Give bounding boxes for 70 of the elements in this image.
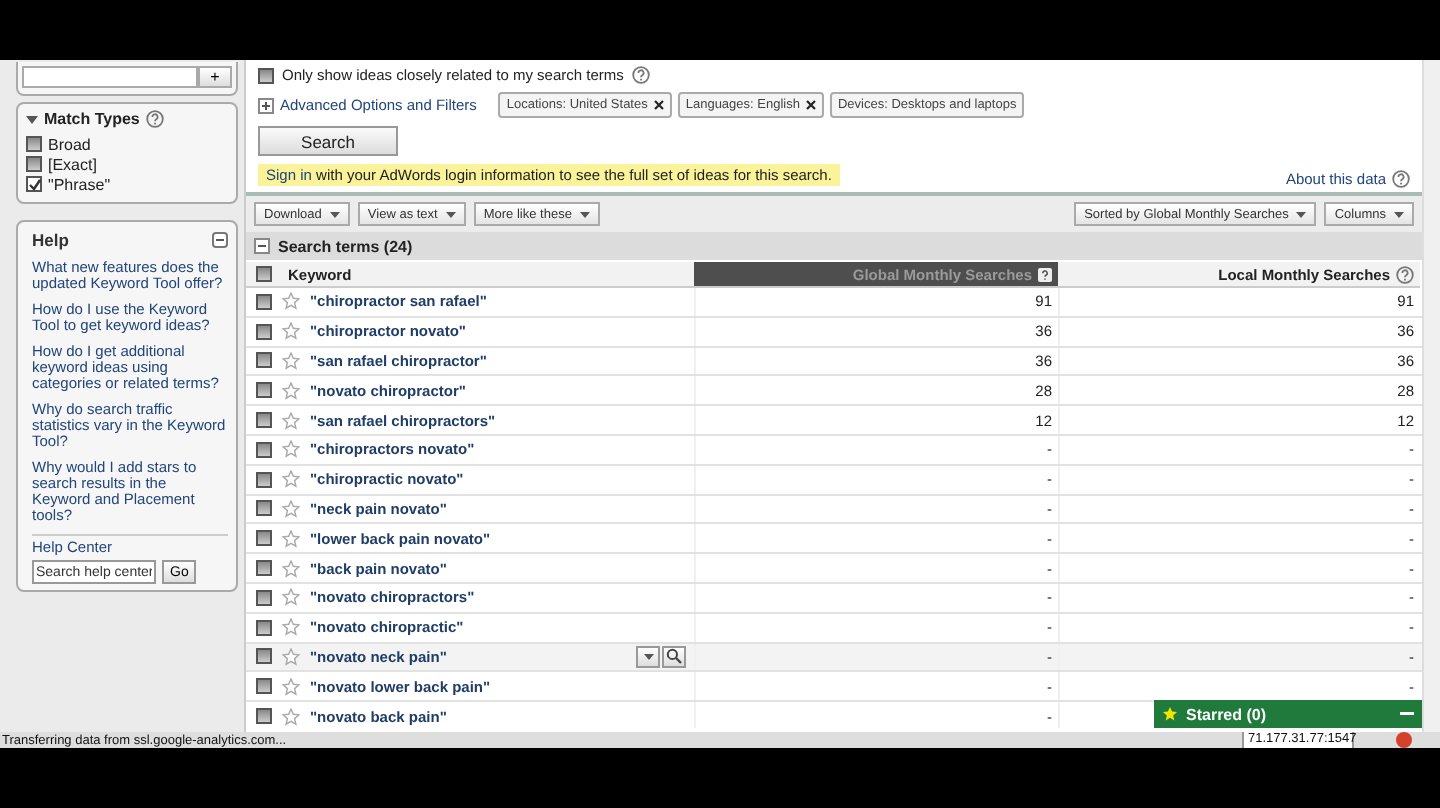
caret-icon [1394, 211, 1404, 217]
checkbox[interactable] [26, 156, 42, 172]
star-icon[interactable] [282, 322, 300, 341]
option-label: Broad [48, 135, 91, 153]
caret-icon [329, 211, 340, 217]
star-icon[interactable] [282, 381, 300, 400]
star-icon[interactable] [282, 618, 300, 637]
keyword-field[interactable] [22, 66, 198, 88]
checkbox[interactable] [256, 293, 272, 310]
checkbox[interactable] [256, 382, 272, 399]
panel-title: Starred (0) [1186, 705, 1267, 723]
expand-icon[interactable] [258, 97, 274, 113]
panel-title: Help [32, 230, 69, 250]
checkbox[interactable] [256, 708, 272, 725]
help-icon[interactable] [1396, 265, 1414, 283]
star-icon[interactable] [282, 470, 300, 489]
checkbox[interactable] [256, 412, 272, 429]
minimize-icon[interactable] [212, 232, 228, 248]
checkbox[interactable] [256, 678, 272, 695]
checkbox[interactable] [26, 136, 42, 152]
section-title: Search terms (24) [278, 237, 413, 255]
collapse-icon[interactable] [254, 238, 270, 254]
checkbox[interactable] [256, 560, 272, 577]
star-icon[interactable] [282, 647, 300, 666]
help-icon[interactable] [1392, 170, 1410, 188]
star-icon[interactable] [282, 440, 300, 459]
scrollbar[interactable] [1422, 60, 1440, 732]
help-icon[interactable] [145, 110, 164, 128]
star-icon[interactable] [282, 351, 300, 370]
option-label: "Phrase" [48, 175, 111, 193]
remove-icon[interactable] [805, 100, 816, 110]
checkbox[interactable] [256, 266, 272, 282]
checkbox[interactable] [256, 589, 272, 606]
stop-icon [1396, 732, 1412, 748]
remove-icon[interactable] [653, 100, 664, 110]
star-icon[interactable] [282, 707, 300, 726]
caret-icon[interactable] [26, 113, 38, 125]
star-icon [1162, 706, 1178, 722]
caret-icon [579, 211, 590, 217]
checkbox[interactable] [258, 67, 274, 83]
panel-title: Match Types [44, 110, 140, 128]
search-button[interactable]: Search [258, 126, 398, 156]
star-icon[interactable] [282, 499, 300, 518]
star-icon[interactable] [282, 559, 300, 578]
help-icon[interactable] [1038, 267, 1052, 281]
caret-icon [643, 653, 653, 660]
star-icon[interactable] [282, 411, 300, 430]
help-icon[interactable] [631, 66, 650, 84]
checkbox[interactable] [256, 441, 272, 458]
caret-icon [445, 211, 456, 217]
dropdown-button[interactable] [636, 645, 660, 668]
add-button[interactable]: + [198, 66, 232, 88]
magnifier-button[interactable] [662, 645, 686, 668]
star-icon[interactable] [282, 529, 300, 548]
checkbox[interactable] [26, 176, 42, 192]
caret-icon [1296, 211, 1307, 217]
checkbox[interactable] [256, 323, 272, 340]
star-icon[interactable] [282, 588, 300, 607]
checkbox[interactable] [256, 500, 272, 517]
checkbox[interactable] [256, 471, 272, 488]
minimize-icon[interactable] [1400, 711, 1414, 717]
magnifier-icon [666, 648, 682, 665]
checkbox[interactable] [256, 619, 272, 636]
star-icon[interactable] [282, 677, 300, 696]
checkbox[interactable] [256, 352, 272, 369]
checkbox[interactable] [256, 530, 272, 547]
starred-panel[interactable]: Starred (0) [1154, 700, 1422, 728]
checkbox[interactable] [256, 648, 272, 665]
star-icon[interactable] [282, 292, 300, 311]
option-label: [Exact] [48, 155, 97, 173]
